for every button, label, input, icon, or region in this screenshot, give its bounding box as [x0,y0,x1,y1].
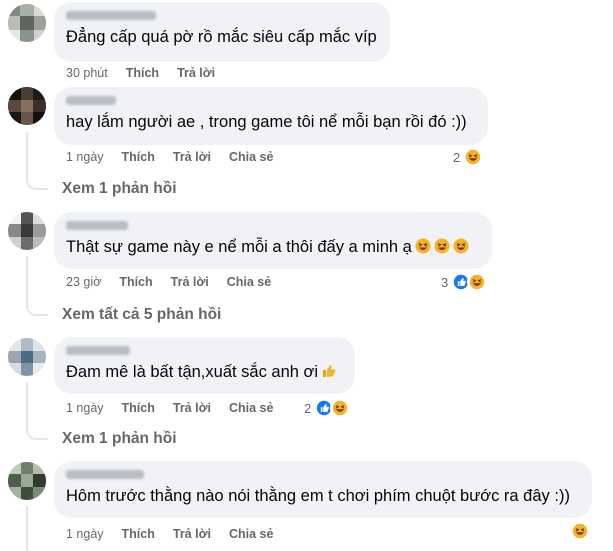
author-name-redacted[interactable] [66,344,343,357]
avatar[interactable] [8,462,46,500]
thread-elbow [26,302,48,316]
comment-text: hay lắm người ae , trong game tôi nể mỗi… [66,113,467,131]
reaction-summary[interactable] [570,521,590,541]
author-name-redacted[interactable] [66,219,480,232]
grinning-squinting-emoji [453,238,469,254]
comment-time[interactable]: 1 ngày [66,401,104,415]
reaction-count: 3 [441,274,449,290]
author-name-redacted[interactable] [66,94,476,107]
haha-reaction-icon [570,521,590,541]
like-button[interactable]: Thích [119,275,152,289]
reply-button[interactable]: Trả lời [173,527,211,541]
comment-text: Hôm trước thằng nào nói thằng em t chơi … [66,487,570,505]
comment-text: Đẳng cấp quá pờ rồ mắc siêu cấp mắc víp [66,28,377,46]
reaction-count: 2 [453,149,461,165]
haha-reaction-icon [467,272,488,292]
avatar[interactable] [8,338,46,376]
haha-reaction-icon [463,147,484,167]
comment-bubble: Đam mê là bất tận,xuất sắc anh ơi [54,337,355,394]
reply-button[interactable]: Trả lời [171,275,209,289]
like-button[interactable]: Thích [122,401,155,415]
share-button[interactable]: Chia sẻ [229,401,273,415]
comment-bubble: Thật sự game này e nể mỗi a thôi đấy a m… [54,212,492,269]
like-button[interactable]: Thích [122,150,155,164]
comment-bubble: Hôm trước thằng nào nói thằng em t chơi … [54,461,592,518]
share-button[interactable]: Chia sẻ [229,150,273,164]
comment-actions: 1 ngày Thích Trả lời Chia sẻ [66,150,291,164]
grinning-squinting-emoji [434,238,450,254]
reply-button[interactable]: Trả lời [173,401,211,415]
view-replies-link[interactable]: Xem 1 phản hồi [62,430,177,448]
reply-button[interactable]: Trả lời [177,66,215,80]
reaction-count: 2 [304,400,312,416]
author-name-redacted[interactable] [66,468,580,481]
reaction-summary[interactable]: 3 [441,272,488,292]
view-replies-link[interactable]: Xem tất cả 5 phản hồi [62,306,221,324]
share-button[interactable]: Chia sẻ [227,275,271,289]
comment-bubble: Đẳng cấp quá pờ rồ mắc siêu cấp mắc víp [54,2,390,62]
thread-elbow [26,426,48,440]
thread-elbow [26,176,48,190]
thread-line [26,382,28,430]
haha-reaction-icon [330,398,351,418]
comment-time[interactable]: 23 giờ [66,275,101,289]
avatar[interactable] [8,212,46,250]
comment-actions: 23 giờ Thích Trả lời Chia sẻ [66,275,289,289]
reaction-summary[interactable]: 2 [304,398,351,418]
thread-line [26,132,28,180]
comment-actions: 1 ngày Thích Trả lời Chia sẻ [66,401,291,415]
author-name-redacted[interactable] [66,9,378,22]
comment-actions: 30 phút Thích Trả lời [66,66,233,80]
view-replies-link[interactable]: Xem 1 phản hồi [62,180,177,198]
thread-line [26,506,28,551]
share-button[interactable]: Chia sẻ [229,527,273,541]
comment-time[interactable]: 30 phút [66,66,108,80]
comment-bubble: hay lắm người ae , trong game tôi nể mỗi… [54,87,488,145]
comment-text: Thật sự game này e nể mỗi a thôi đấy a m… [66,236,480,258]
like-button[interactable]: Thích [122,527,155,541]
comment-text: Đam mê là bất tận,xuất sắc anh ơi [66,361,343,383]
reaction-summary[interactable]: 2 [453,147,484,167]
comment-actions: 1 ngày Thích Trả lời Chia sẻ [66,527,291,541]
like-button[interactable]: Thích [126,66,159,80]
grinning-squinting-emoji [415,238,431,254]
avatar[interactable] [8,4,46,42]
avatar[interactable] [8,87,46,125]
reply-button[interactable]: Trả lời [173,150,211,164]
thumbs-up-emoji [323,365,336,377]
comment-time[interactable]: 1 ngày [66,527,104,541]
thread-line [26,256,28,306]
comment-time[interactable]: 1 ngày [66,150,104,164]
